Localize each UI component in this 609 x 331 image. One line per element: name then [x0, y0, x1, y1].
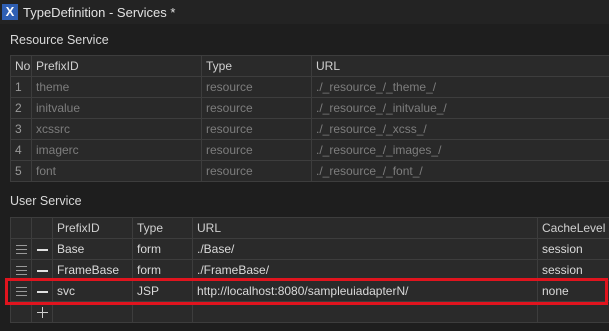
cell-url[interactable]: ./_resource_/_font_/ [311, 160, 609, 182]
cell-prefixid[interactable]: font [31, 160, 202, 182]
add-row [10, 301, 609, 323]
add-row-button[interactable] [31, 301, 53, 323]
table-header-row: PrefixID Type URL CacheLevel [10, 217, 609, 239]
table-row[interactable]: svc JSP http://localhost:8080/sampleuiad… [10, 280, 609, 302]
cell-type[interactable]: resource [201, 76, 312, 98]
empty-cell [10, 301, 32, 323]
table-row[interactable]: 3 xcssrc resource ./_resource_/_xcss_/ [10, 118, 609, 140]
remove-row-button[interactable] [31, 259, 53, 281]
column-header-type[interactable]: Type [201, 55, 312, 77]
drag-handle-icon [15, 266, 27, 276]
cell-prefixid[interactable]: xcssrc [31, 118, 202, 140]
remove-row-button[interactable] [31, 280, 53, 302]
cell-url[interactable]: http://localhost:8080/sampleuiadapterN/ [192, 280, 538, 302]
table-row[interactable]: 4 imagerc resource ./_resource_/_images_… [10, 139, 609, 161]
cell-type[interactable]: form [132, 238, 193, 260]
cell-no: 3 [10, 118, 32, 140]
cell-prefixid[interactable]: theme [31, 76, 202, 98]
column-header-url[interactable]: URL [192, 217, 538, 239]
cell-type[interactable]: JSP [132, 280, 193, 302]
column-header-url[interactable]: URL [311, 55, 609, 77]
column-header-prefixid[interactable]: PrefixID [52, 217, 133, 239]
empty-cell [52, 301, 133, 323]
minus-icon [36, 269, 48, 272]
cell-cachelevel[interactable]: none [537, 280, 609, 302]
column-header-drag [10, 217, 32, 239]
cell-type[interactable]: resource [201, 97, 312, 119]
cell-prefixid[interactable]: Base [52, 238, 133, 260]
title-bar: X TypeDefinition - Services * [0, 0, 609, 24]
remove-row-button[interactable] [31, 238, 53, 260]
cell-no: 4 [10, 139, 32, 161]
cell-prefixid[interactable]: svc [52, 280, 133, 302]
cell-no: 1 [10, 76, 32, 98]
cell-url[interactable]: ./_resource_/_images_/ [311, 139, 609, 161]
cell-prefixid[interactable]: imagerc [31, 139, 202, 161]
table-row[interactable]: FrameBase form ./FrameBase/ session [10, 259, 609, 281]
drag-handle[interactable] [10, 259, 32, 281]
column-header-no[interactable]: No [10, 55, 32, 77]
cell-url[interactable]: ./_resource_/_theme_/ [311, 76, 609, 98]
cell-type[interactable]: resource [201, 139, 312, 161]
table-header-row: No PrefixID Type URL [10, 55, 609, 77]
plus-icon [36, 307, 48, 319]
column-header-prefixid[interactable]: PrefixID [31, 55, 202, 77]
cell-url[interactable]: ./_resource_/_xcss_/ [311, 118, 609, 140]
cell-cachelevel[interactable]: session [537, 259, 609, 281]
drag-handle-icon [15, 287, 27, 297]
resource-service-table: No PrefixID Type URL 1 theme resource ./… [10, 55, 609, 182]
empty-cell [132, 301, 193, 323]
column-header-cachelevel[interactable]: CacheLevel [537, 217, 609, 239]
resource-service-label: Resource Service [10, 33, 109, 47]
drag-handle[interactable] [10, 238, 32, 260]
cell-type[interactable]: resource [201, 118, 312, 140]
minus-icon [36, 290, 48, 293]
cell-url[interactable]: ./Base/ [192, 238, 538, 260]
cell-url[interactable]: ./FrameBase/ [192, 259, 538, 281]
user-service-label: User Service [10, 194, 82, 208]
cell-url[interactable]: ./_resource_/_initvalue_/ [311, 97, 609, 119]
cell-type[interactable]: form [132, 259, 193, 281]
table-row[interactable]: Base form ./Base/ session [10, 238, 609, 260]
cell-cachelevel[interactable]: session [537, 238, 609, 260]
table-row[interactable]: 2 initvalue resource ./_resource_/_initv… [10, 97, 609, 119]
column-header-type[interactable]: Type [132, 217, 193, 239]
cell-prefixid[interactable]: initvalue [31, 97, 202, 119]
cell-no: 2 [10, 97, 32, 119]
user-service-table: PrefixID Type URL CacheLevel Base form .… [10, 217, 609, 323]
window-title: TypeDefinition - Services * [23, 4, 176, 20]
cell-no: 5 [10, 160, 32, 182]
cell-type[interactable]: resource [201, 160, 312, 182]
table-row[interactable]: 5 font resource ./_resource_/_font_/ [10, 160, 609, 182]
empty-cell [192, 301, 538, 323]
drag-handle-icon [15, 245, 27, 255]
empty-cell [537, 301, 609, 323]
x-logo-icon: X [2, 4, 18, 20]
cell-prefixid[interactable]: FrameBase [52, 259, 133, 281]
drag-handle[interactable] [10, 280, 32, 302]
minus-icon [36, 248, 48, 251]
column-header-action [31, 217, 53, 239]
table-row[interactable]: 1 theme resource ./_resource_/_theme_/ [10, 76, 609, 98]
